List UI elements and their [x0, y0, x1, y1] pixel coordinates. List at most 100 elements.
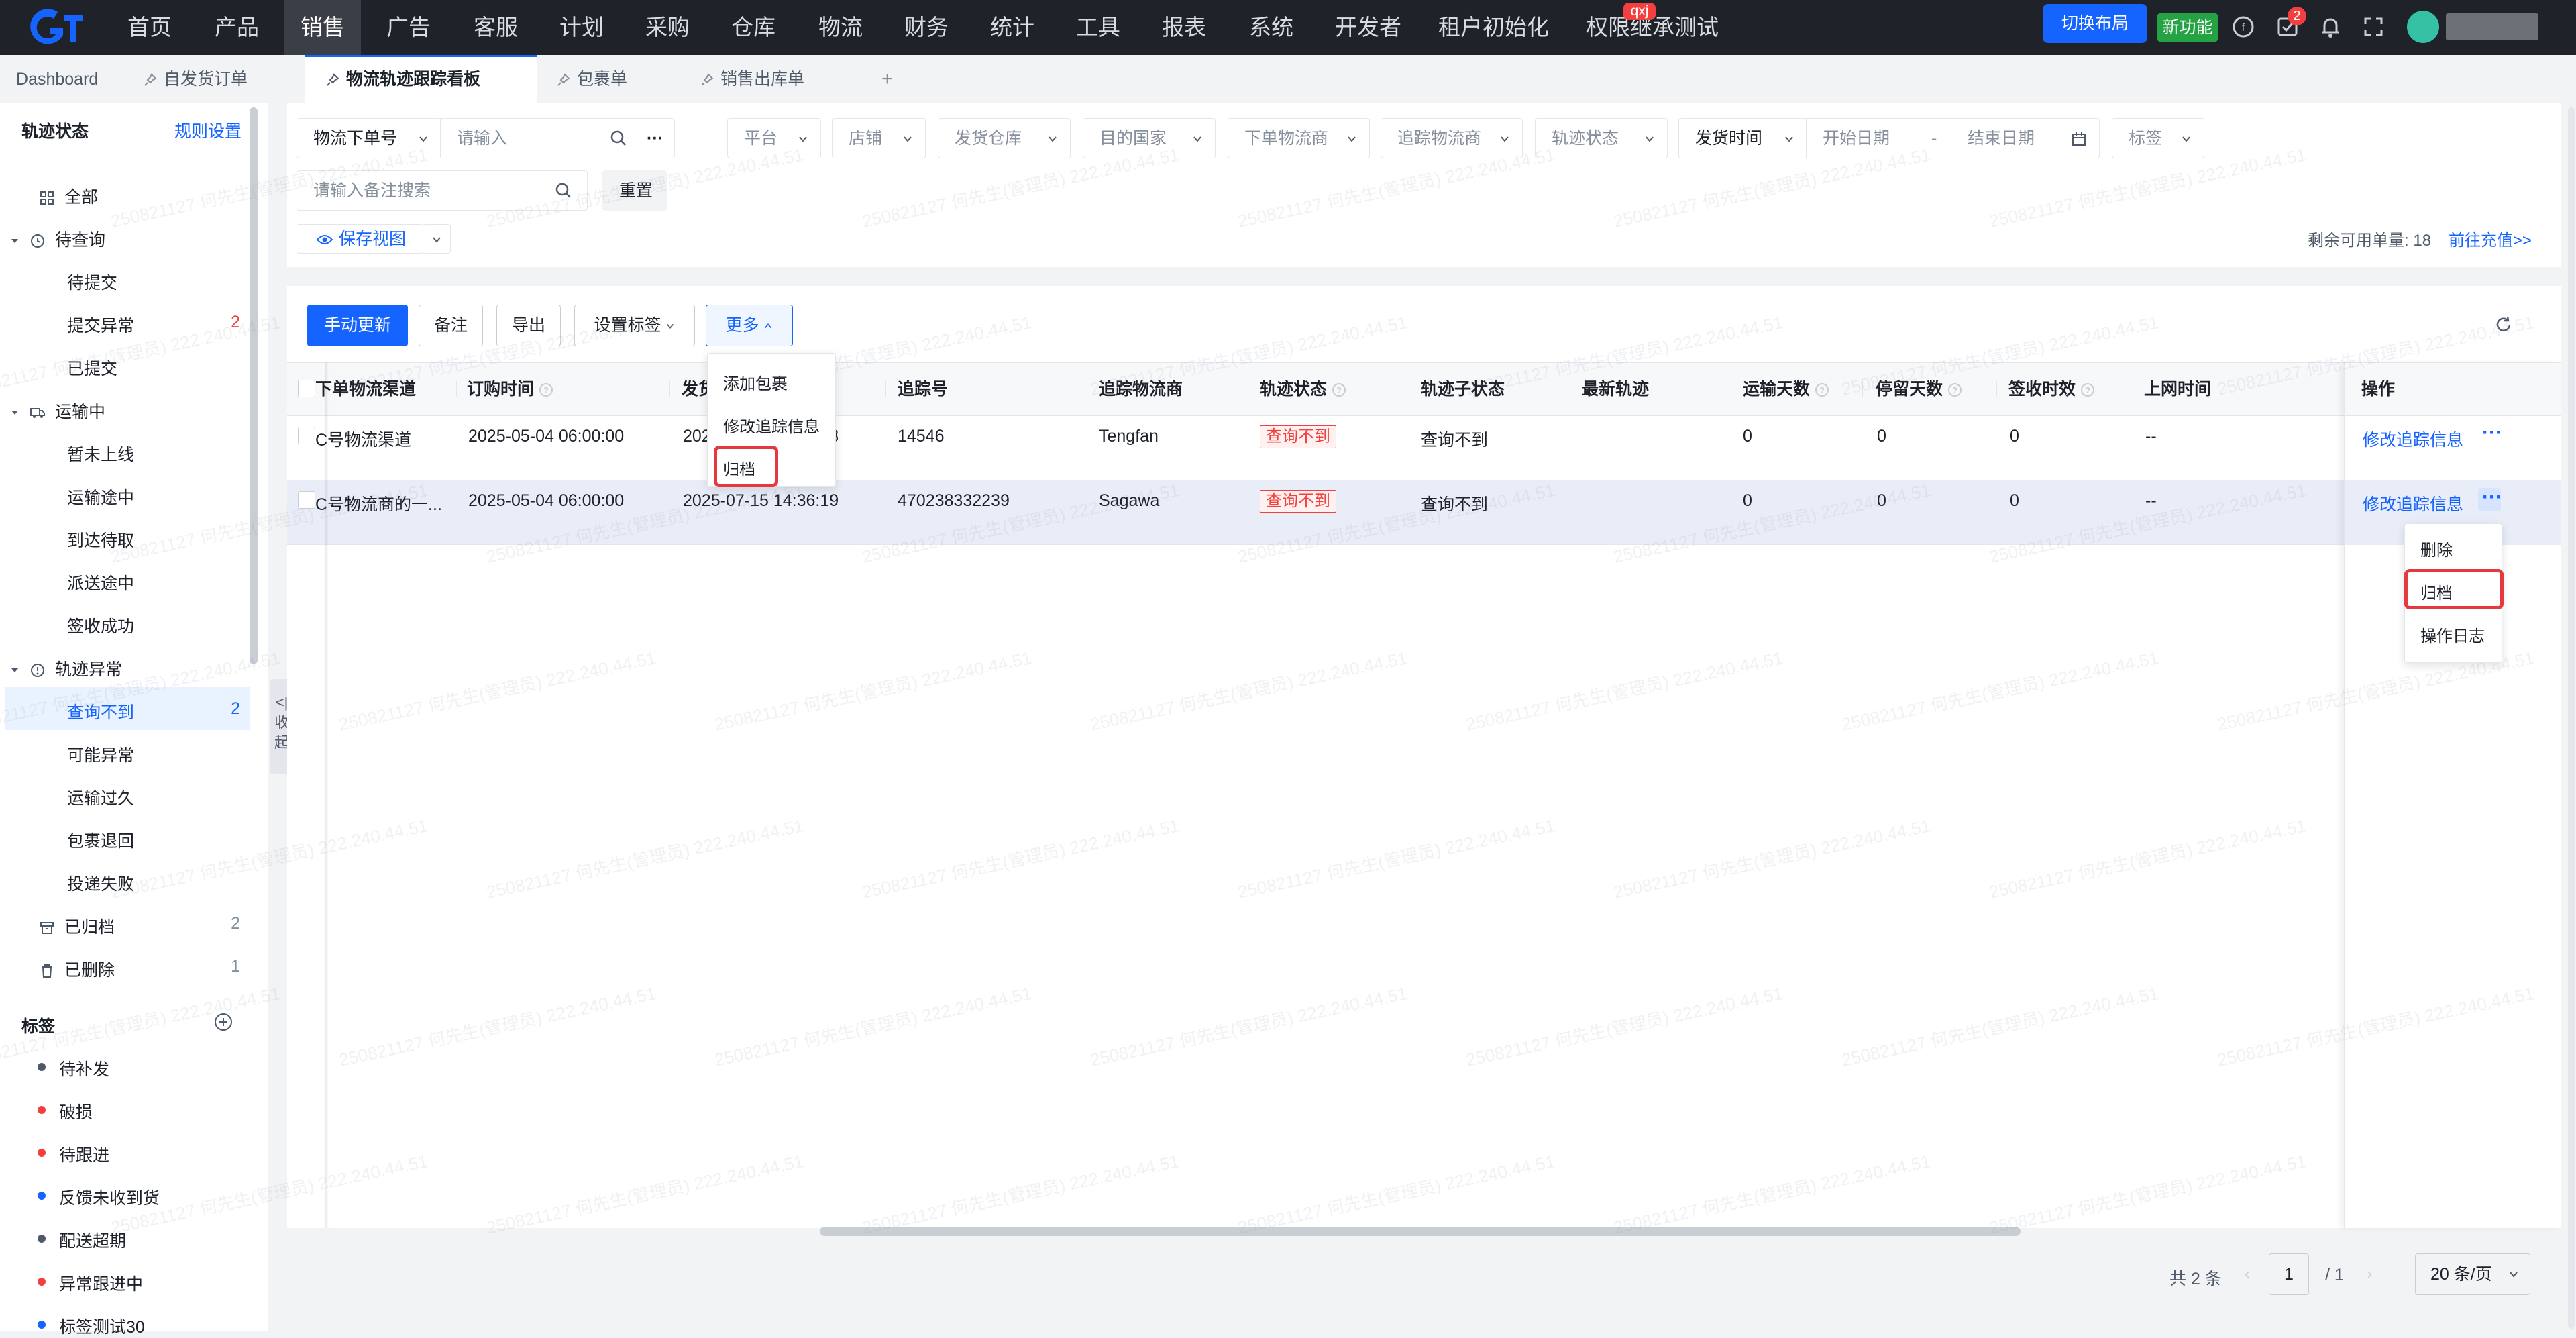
topnav-item[interactable]: 仓库: [715, 0, 792, 55]
sidebar-item-returned[interactable]: 包裹退回: [67, 828, 134, 852]
search-icon[interactable]: [610, 130, 627, 147]
row-more-icon[interactable]: ···: [2482, 421, 2502, 444]
topnav-item[interactable]: 系统: [1233, 0, 1309, 55]
export-button[interactable]: 导出: [496, 305, 561, 346]
tab-sales-outbound[interactable]: 销售出库单: [700, 55, 804, 103]
tab-parcels[interactable]: 包裹单: [557, 55, 627, 103]
edit-tracking-link[interactable]: 修改追踪信息: [2363, 427, 2463, 451]
col-stay-days[interactable]: 停留天数 ?: [1876, 376, 1962, 400]
row-checkbox[interactable]: [298, 427, 315, 444]
col-sign-time[interactable]: 签收时效 ?: [2008, 376, 2095, 400]
sidebar-item-all[interactable]: 全部: [39, 184, 98, 208]
help-circle-icon[interactable]: f: [2231, 15, 2255, 39]
set-tag-button[interactable]: 设置标签: [574, 305, 695, 346]
sidebar-item-arrived[interactable]: 到达待取: [67, 527, 134, 552]
tab-tracking-board[interactable]: 物流轨迹跟踪看板: [305, 55, 537, 103]
track-status-select[interactable]: 轨迹状态: [1535, 118, 1668, 158]
help-icon[interactable]: ?: [1815, 382, 1829, 397]
topnav-item[interactable]: 产品: [199, 0, 275, 55]
help-icon[interactable]: ?: [539, 382, 553, 397]
topnav-item[interactable]: 开发者: [1319, 0, 1417, 55]
order-number-input[interactable]: 请输入 ···: [440, 118, 675, 158]
col-divider[interactable]: [885, 381, 886, 397]
tag-item[interactable]: 待补发: [59, 1056, 109, 1080]
tag-item[interactable]: 配送超期: [59, 1228, 126, 1252]
sidebar-item-delivery-failed[interactable]: 投递失败: [67, 871, 134, 895]
country-select[interactable]: 目的国家: [1083, 118, 1216, 158]
col-transit-days[interactable]: 运输天数 ?: [1743, 376, 1829, 400]
page-input[interactable]: 1: [2269, 1253, 2309, 1295]
username-redacted[interactable]: [2446, 13, 2538, 40]
search-icon[interactable]: [555, 182, 572, 199]
track-carrier-select[interactable]: 追踪物流商: [1381, 118, 1523, 158]
tag-item[interactable]: 反馈未收到货: [59, 1185, 160, 1209]
sidebar-scrollbar[interactable]: [250, 107, 258, 664]
row-more-icon[interactable]: ···: [2482, 486, 2502, 509]
menu-item-edit-tracking[interactable]: 修改追踪信息: [723, 413, 820, 437]
topnav-item[interactable]: 报表: [1146, 0, 1222, 55]
tag-item[interactable]: 破损: [59, 1099, 93, 1123]
add-tab-button[interactable]: +: [881, 55, 894, 103]
cell-tracking-no[interactable]: 14546: [898, 427, 945, 446]
cell-tracking-no[interactable]: 470238332239: [898, 491, 1010, 511]
col-tracking-no[interactable]: 追踪号: [898, 376, 948, 400]
sidebar-item-deleted[interactable]: 已删除: [39, 957, 115, 981]
ship-time-select[interactable]: 发货时间: [1678, 118, 1807, 158]
horizontal-scrollbar[interactable]: [820, 1227, 2021, 1236]
col-divider[interactable]: [456, 381, 457, 397]
sidebar-item-not-found[interactable]: 查询不到: [67, 699, 134, 723]
prev-page-icon[interactable]: ‹: [2245, 1264, 2250, 1284]
topnav-item[interactable]: 采购: [629, 0, 706, 55]
warehouse-select[interactable]: 发货仓库: [938, 118, 1071, 158]
save-view-button[interactable]: 保存视图: [297, 224, 424, 254]
topnav-item[interactable]: 租户初始化: [1422, 0, 1565, 55]
topnav-item[interactable]: 广告: [370, 0, 447, 55]
sidebar-item-delivering[interactable]: 派送途中: [67, 570, 134, 595]
recharge-link[interactable]: 前往充值>>: [2449, 227, 2532, 250]
sidebar-item-submitted[interactable]: 已提交: [67, 356, 117, 380]
help-icon[interactable]: ?: [1947, 382, 1962, 397]
rules-settings-link[interactable]: 规则设置: [174, 118, 241, 142]
menu-item-add-parcel[interactable]: 添加包裹: [723, 370, 788, 394]
sidebar-group-track-exception[interactable]: 轨迹异常: [9, 656, 122, 680]
avatar[interactable]: [2407, 11, 2439, 43]
sidebar-item-submit-error[interactable]: 提交异常: [67, 313, 134, 337]
more-button[interactable]: 更多: [706, 305, 793, 346]
topnav-item[interactable]: 销售: [284, 0, 361, 55]
topnav-item[interactable]: 物流: [802, 0, 879, 55]
sidebar-item-transit-too-long[interactable]: 运输过久: [67, 785, 134, 809]
next-page-icon[interactable]: ›: [2367, 1264, 2372, 1284]
menu-item-delete[interactable]: 删除: [2420, 537, 2453, 560]
edit-tracking-link[interactable]: 修改追踪信息: [2363, 491, 2463, 515]
col-track-carrier[interactable]: 追踪物流商: [1099, 376, 1183, 400]
more-options-icon[interactable]: ···: [647, 119, 663, 158]
select-all-checkbox[interactable]: [298, 380, 315, 397]
fullscreen-icon[interactable]: [2361, 15, 2385, 39]
switch-layout-button[interactable]: 切换布局: [2043, 4, 2147, 43]
topnav-item[interactable]: 工具: [1060, 0, 1136, 55]
order-carrier-select[interactable]: 下单物流商: [1228, 118, 1370, 158]
topnav-item[interactable]: 财务: [888, 0, 965, 55]
topnav-item[interactable]: 统计: [974, 0, 1051, 55]
bell-icon[interactable]: [2318, 15, 2343, 39]
sidebar-item-signed[interactable]: 签收成功: [67, 613, 134, 637]
col-order-time[interactable]: 订购时间 ?: [467, 376, 553, 400]
sidebar-group-pending[interactable]: 待查询: [9, 227, 105, 251]
reset-button[interactable]: 重置: [602, 170, 667, 211]
sidebar-item-possible-exception[interactable]: 可能异常: [67, 742, 134, 766]
date-range-picker[interactable]: 开始日期 - 结束日期: [1806, 118, 2100, 158]
sidebar-item-archived[interactable]: 已归档: [39, 914, 115, 938]
topnav-item[interactable]: 客服: [458, 0, 534, 55]
col-divider[interactable]: [1996, 381, 1997, 397]
tab-dashboard[interactable]: Dashboard: [16, 55, 98, 103]
refresh-icon[interactable]: [2494, 315, 2513, 334]
col-channel[interactable]: 下单物流渠道: [315, 376, 416, 400]
sidebar-item-not-online[interactable]: 暂未上线: [67, 442, 134, 466]
help-icon[interactable]: ?: [2080, 382, 2095, 397]
col-sub-status[interactable]: 轨迹子状态: [1421, 376, 1505, 400]
col-track-status[interactable]: 轨迹状态 ?: [1260, 376, 1346, 400]
col-online-time[interactable]: 上网时间: [2144, 376, 2211, 400]
tab-self-ship-orders[interactable]: 自发货订单: [144, 55, 248, 103]
sidebar-item-to-submit[interactable]: 待提交: [67, 270, 117, 294]
order-type-select[interactable]: 物流下单号: [297, 118, 441, 158]
